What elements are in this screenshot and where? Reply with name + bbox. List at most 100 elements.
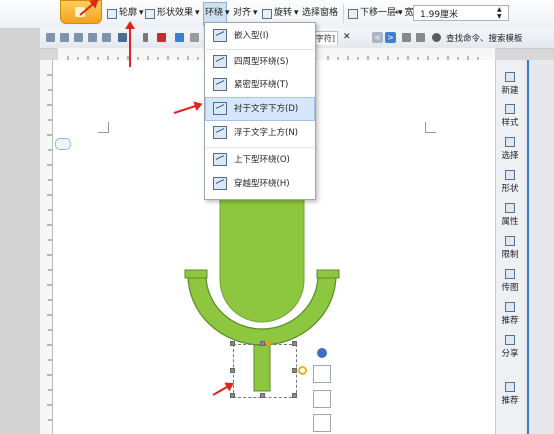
vertical-ruler bbox=[40, 60, 53, 434]
width-spinner[interactable]: ▲ ▼ bbox=[495, 6, 507, 20]
wrap-behind-icon bbox=[213, 102, 227, 115]
select-pane-label: 选择窗格 bbox=[302, 8, 339, 18]
panel-properties-button[interactable]: 属性 bbox=[495, 203, 525, 227]
wrap-button[interactable]: 环绕 ▾ bbox=[205, 5, 230, 22]
undo-icon[interactable] bbox=[118, 33, 127, 42]
resize-handle[interactable] bbox=[260, 341, 265, 346]
menu-item-inline[interactable]: 嵌入型(I) bbox=[206, 25, 314, 47]
tab-list-icon[interactable] bbox=[416, 33, 425, 42]
properties-icon bbox=[505, 203, 515, 213]
wrap-top-bottom-icon bbox=[213, 153, 227, 166]
resize-handle[interactable] bbox=[292, 393, 297, 398]
print-icon[interactable] bbox=[74, 33, 83, 42]
wps-logo-icon[interactable] bbox=[157, 33, 166, 42]
menu-item-through[interactable]: 穿越型环绕(H) bbox=[206, 173, 314, 195]
panel-recommend-button-2[interactable]: 推荐 bbox=[495, 382, 525, 406]
shape-effect-icon bbox=[145, 8, 155, 19]
collapse-tools-icon[interactable] bbox=[317, 348, 327, 358]
open-icon[interactable] bbox=[46, 33, 55, 42]
mic-holder-left-arm bbox=[184, 269, 208, 279]
right-scroll-area bbox=[525, 60, 554, 434]
chevron-down-icon: ▾ bbox=[139, 8, 144, 18]
rotate-icon bbox=[262, 8, 272, 19]
cloud-icon[interactable] bbox=[175, 33, 184, 42]
page-marker-icon bbox=[55, 138, 71, 150]
align-label: 对齐 bbox=[233, 8, 252, 18]
width-value: 1.99厘米 bbox=[420, 10, 459, 20]
selection-box bbox=[233, 344, 297, 398]
adjust-handle[interactable] bbox=[266, 341, 271, 346]
format-painter-icon[interactable] bbox=[102, 33, 111, 42]
panel-recommend-button[interactable]: 推荐 bbox=[495, 302, 525, 326]
menu-item-top-bottom[interactable]: 上下型环绕(O) bbox=[206, 149, 314, 171]
margin-corner-mark bbox=[425, 122, 436, 133]
select-icon bbox=[505, 137, 515, 147]
new-icon bbox=[505, 72, 515, 82]
rotate-button[interactable]: 旋转 ▾ bbox=[262, 5, 299, 22]
chevron-down-icon: ▾ bbox=[294, 8, 299, 18]
wrap-tight-icon bbox=[213, 78, 227, 91]
style-icon bbox=[505, 104, 515, 114]
scrollbar-accent bbox=[527, 60, 529, 434]
resize-handle[interactable] bbox=[230, 368, 235, 373]
panel-restrict-button[interactable]: 限制 bbox=[495, 236, 525, 260]
edit-shape-icon[interactable] bbox=[313, 390, 331, 408]
search-icon[interactable] bbox=[432, 33, 441, 42]
outline-icon bbox=[107, 8, 117, 19]
menu-item-tight[interactable]: 紧密型环绕(T) bbox=[206, 74, 314, 96]
menu-item-in-front-of-text[interactable]: 浮于文字上方(N) bbox=[206, 122, 314, 144]
resize-handle[interactable] bbox=[230, 341, 235, 346]
select-pane-button[interactable]: 选择窗格 bbox=[302, 5, 338, 22]
new-tab-icon[interactable] bbox=[402, 33, 411, 42]
fill-icon[interactable] bbox=[313, 414, 331, 432]
shape-effect-button[interactable]: 形状效果 ▾ bbox=[145, 5, 200, 22]
width-icon: ↔ bbox=[395, 8, 403, 18]
annotation-arrow bbox=[129, 23, 131, 67]
chevron-down-icon: ▾ bbox=[195, 8, 200, 18]
save-icon[interactable] bbox=[60, 33, 69, 42]
preview-icon[interactable] bbox=[88, 33, 97, 42]
panel-select-button[interactable]: 选择 bbox=[495, 137, 525, 161]
rotate-label: 旋转 bbox=[274, 8, 293, 18]
wrap-inline-icon bbox=[213, 29, 227, 42]
panel-share-button[interactable]: 分享 bbox=[495, 335, 525, 359]
layout-options-icon[interactable] bbox=[313, 365, 331, 383]
wrap-dropdown-menu: 嵌入型(I) 四周型环绕(S) 紧密型环绕(T) 衬于文字下方(D) 浮于文字上… bbox=[204, 22, 316, 200]
panel-style-button[interactable]: 样式 bbox=[495, 104, 525, 128]
search-command-box[interactable]: 查找命令、搜索模板 bbox=[446, 32, 523, 44]
wrap-label: 环绕 bbox=[205, 8, 224, 18]
panel-upload-image-button[interactable]: 传图 bbox=[495, 269, 525, 293]
upload-image-icon bbox=[505, 269, 515, 279]
wrap-front-icon bbox=[213, 126, 227, 139]
shape-effect-label: 形状效果 bbox=[157, 8, 194, 18]
rotate-handle-icon[interactable] bbox=[298, 366, 307, 375]
more-icon[interactable] bbox=[190, 33, 199, 42]
prev-tab-icon[interactable]: < bbox=[372, 32, 383, 43]
resize-handle[interactable] bbox=[230, 393, 235, 398]
resize-handle[interactable] bbox=[292, 368, 297, 373]
menu-item-square[interactable]: 四周型环绕(S) bbox=[206, 51, 314, 73]
menu-divider bbox=[206, 147, 314, 148]
chevron-down-icon: ▾ bbox=[253, 8, 258, 18]
mic-holder-right-arm bbox=[316, 269, 340, 279]
outline-button[interactable]: 轮廓 ▾ bbox=[107, 5, 144, 22]
panel-new-button[interactable]: 新建 bbox=[495, 72, 525, 96]
menu-item-behind-text[interactable]: 衬于文字下方(D) bbox=[205, 97, 315, 121]
outline-label: 轮廓 bbox=[119, 8, 138, 18]
resize-handle[interactable] bbox=[292, 341, 297, 346]
resize-handle[interactable] bbox=[260, 393, 265, 398]
share-icon bbox=[505, 335, 515, 345]
panel-shape-button[interactable]: 形状 bbox=[495, 170, 525, 194]
align-button[interactable]: 对齐 ▾ bbox=[233, 5, 258, 22]
next-tab-icon[interactable]: > bbox=[385, 32, 396, 43]
wrap-square-icon bbox=[213, 55, 227, 68]
divider bbox=[343, 4, 344, 23]
shape-icon bbox=[505, 170, 515, 180]
chevron-down-icon[interactable] bbox=[143, 33, 148, 42]
close-tab-icon[interactable]: ✕ bbox=[343, 32, 351, 42]
recommend-icon bbox=[505, 382, 515, 392]
chevron-down-icon: ▾ bbox=[225, 8, 230, 18]
recommend-icon bbox=[505, 302, 515, 312]
restrict-icon bbox=[505, 236, 515, 246]
margin-corner-mark bbox=[98, 122, 109, 133]
